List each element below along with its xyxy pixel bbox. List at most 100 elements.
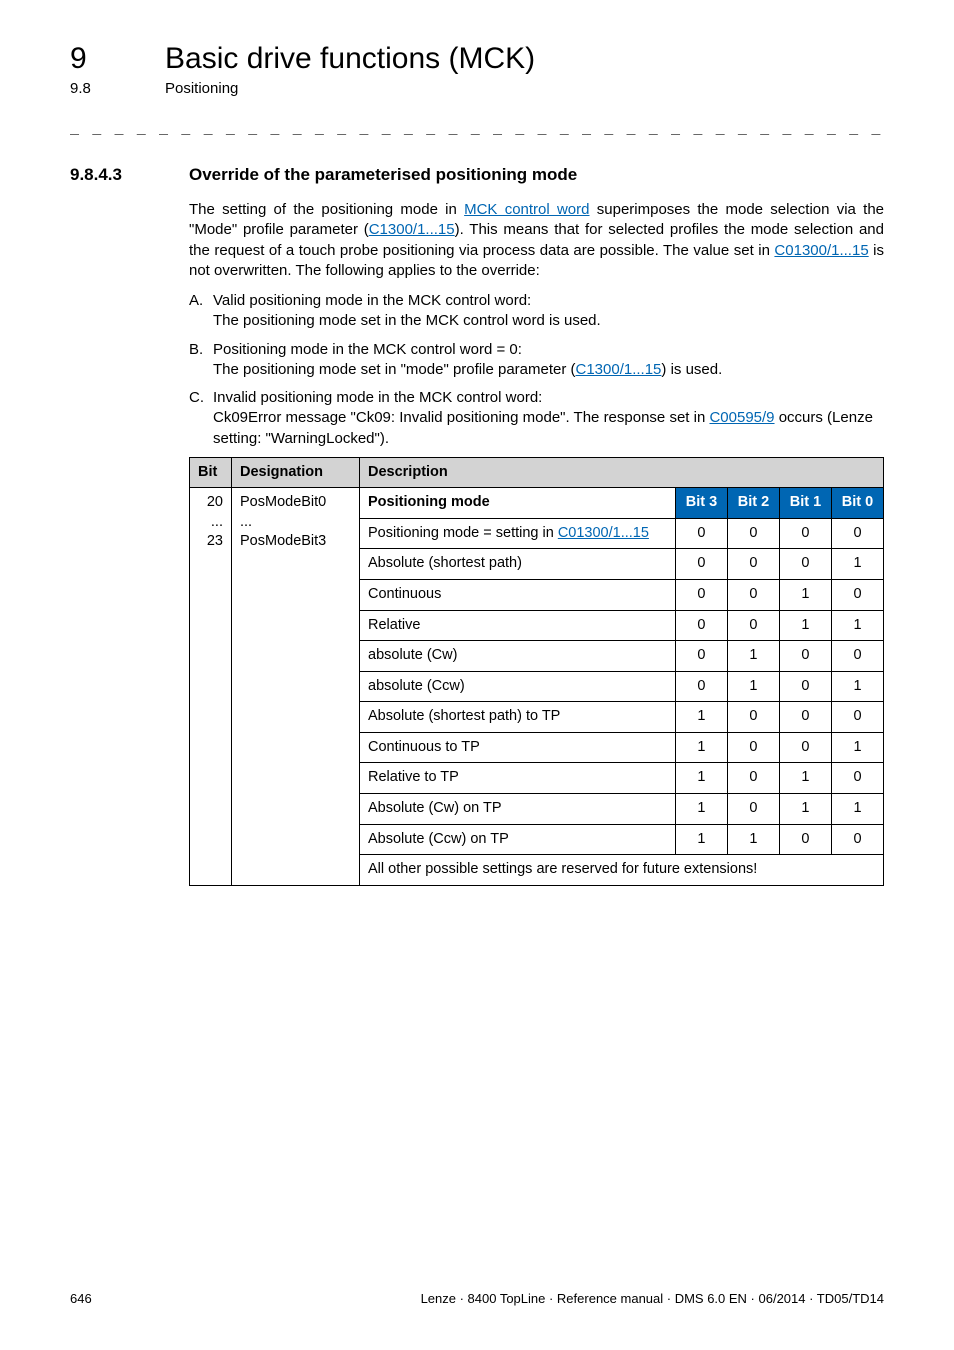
row-b2: 1 — [727, 671, 779, 702]
posmode-header-row: 20 ... 23 PosModeBit0 ... PosModeBit3 Po… — [190, 488, 884, 519]
posmodebit0: PosModeBit0 — [240, 494, 326, 510]
c00595-link[interactable]: C00595/9 — [709, 409, 774, 426]
row-b2: 0 — [727, 763, 779, 794]
bit-dots: ... — [211, 514, 223, 530]
list-b-line2b: ) is used. — [661, 361, 722, 378]
bit1-header: Bit 1 — [779, 488, 831, 519]
posmodebit3: PosModeBit3 — [240, 533, 326, 549]
chapter-number: 9 — [70, 42, 165, 76]
desig-dots: ... — [240, 514, 252, 530]
footer-meta: Lenze · 8400 TopLine · Reference manual … — [421, 1291, 884, 1306]
list-item-c: C. Invalid positioning mode in the MCK c… — [189, 388, 884, 449]
list-a-line2: The positioning mode set in the MCK cont… — [213, 312, 601, 329]
row-b0: 0 — [831, 763, 883, 794]
row-b1: 1 — [779, 763, 831, 794]
designation-cell: PosModeBit0 ... PosModeBit3 — [232, 488, 360, 885]
row-desc: Absolute (Ccw) on TP — [360, 824, 676, 855]
row-b2: 0 — [727, 732, 779, 763]
row-desc: Continuous — [360, 580, 676, 611]
row-b1: 1 — [779, 580, 831, 611]
section-heading: 9.8 Positioning — [70, 80, 884, 97]
row-b3: 0 — [675, 518, 727, 549]
list-marker-b: B. — [189, 340, 213, 381]
bit0-header: Bit 0 — [831, 488, 883, 519]
row-b0: 1 — [831, 671, 883, 702]
positioning-mode-label: Positioning mode — [360, 488, 676, 519]
row-desc: Positioning mode = setting in C01300/1..… — [360, 518, 676, 549]
row-b3: 0 — [675, 580, 727, 611]
c1300-link-2[interactable]: C1300/1...15 — [576, 361, 662, 378]
row-b1: 0 — [779, 641, 831, 672]
row-b1: 0 — [779, 518, 831, 549]
row-desc: Relative — [360, 610, 676, 641]
section-title: Positioning — [165, 80, 238, 97]
th-bit: Bit — [190, 457, 232, 488]
bit3-header: Bit 3 — [675, 488, 727, 519]
subsection-title: Override of the parameterised positionin… — [189, 165, 577, 185]
row-b1: 0 — [779, 671, 831, 702]
list-marker-a: A. — [189, 291, 213, 332]
row-b1: 0 — [779, 732, 831, 763]
row-b3: 1 — [675, 763, 727, 794]
list-marker-c: C. — [189, 388, 213, 449]
c01300-link[interactable]: C01300/1...15 — [774, 242, 868, 259]
row-b1: 0 — [779, 702, 831, 733]
list-c-line2a: Ck09Error message "Ck09: Invalid positio… — [213, 409, 709, 426]
table-footer-note: All other possible settings are reserved… — [360, 855, 884, 886]
intro-paragraph: The setting of the positioning mode in M… — [189, 200, 884, 281]
row-desc: Absolute (shortest path) — [360, 549, 676, 580]
chapter-title: Basic drive functions (MCK) — [165, 42, 535, 76]
page-footer: 646 Lenze · 8400 TopLine · Reference man… — [70, 1291, 884, 1306]
row-b2: 0 — [727, 702, 779, 733]
divider-line: _ _ _ _ _ _ _ _ _ _ _ _ _ _ _ _ _ _ _ _ … — [70, 117, 884, 135]
row-b3: 0 — [675, 641, 727, 672]
row-b3: 0 — [675, 671, 727, 702]
row-b3: 1 — [675, 702, 727, 733]
row-b3: 1 — [675, 732, 727, 763]
row-b0: 1 — [831, 610, 883, 641]
row-desc: absolute (Ccw) — [360, 671, 676, 702]
th-designation: Designation — [232, 457, 360, 488]
list-c-line1: Invalid positioning mode in the MCK cont… — [213, 389, 542, 406]
page: 9 Basic drive functions (MCK) 9.8 Positi… — [0, 0, 954, 1350]
row-desc: Relative to TP — [360, 763, 676, 794]
row-desc: Continuous to TP — [360, 732, 676, 763]
row-b0: 1 — [831, 732, 883, 763]
chapter-heading: 9 Basic drive functions (MCK) — [70, 42, 884, 76]
row-b3: 1 — [675, 824, 727, 855]
bit-range-cell: 20 ... 23 — [190, 488, 232, 885]
intro-text-a: The setting of the positioning mode in — [189, 201, 464, 218]
row-b2: 0 — [727, 580, 779, 611]
row-b1: 0 — [779, 549, 831, 580]
mck-control-word-link[interactable]: MCK control word — [464, 201, 589, 218]
row-b0: 0 — [831, 641, 883, 672]
bit-23: 23 — [207, 533, 223, 549]
row-desc: Absolute (Cw) on TP — [360, 793, 676, 824]
subsection-heading: 9.8.4.3 Override of the parameterised po… — [70, 165, 884, 185]
row-b0: 1 — [831, 793, 883, 824]
row-b1: 0 — [779, 824, 831, 855]
row-b3: 0 — [675, 610, 727, 641]
list-a-line1: Valid positioning mode in the MCK contro… — [213, 292, 531, 309]
row-b2: 1 — [727, 641, 779, 672]
row-b2: 0 — [727, 549, 779, 580]
override-list: A. Valid positioning mode in the MCK con… — [189, 291, 884, 449]
body-content: The setting of the positioning mode in M… — [189, 200, 884, 886]
bit2-header: Bit 2 — [727, 488, 779, 519]
list-item-b: B. Positioning mode in the MCK control w… — [189, 340, 884, 381]
row-desc: Absolute (shortest path) to TP — [360, 702, 676, 733]
row-b2: 1 — [727, 824, 779, 855]
row-b0: 1 — [831, 549, 883, 580]
list-item-a: A. Valid positioning mode in the MCK con… — [189, 291, 884, 332]
c01300-row-link[interactable]: C01300/1...15 — [558, 525, 649, 541]
table-header-row: Bit Designation Description — [190, 457, 884, 488]
c1300-link-1[interactable]: C1300/1...15 — [369, 221, 455, 238]
list-b-line2a: The positioning mode set in "mode" profi… — [213, 361, 576, 378]
row-b0: 0 — [831, 824, 883, 855]
subsection-number: 9.8.4.3 — [70, 165, 189, 185]
row-desc: absolute (Cw) — [360, 641, 676, 672]
th-description: Description — [360, 457, 884, 488]
row-b0: 0 — [831, 702, 883, 733]
override-table: Bit Designation Description 20 ... 23 Po… — [189, 457, 884, 886]
row-b2: 0 — [727, 610, 779, 641]
